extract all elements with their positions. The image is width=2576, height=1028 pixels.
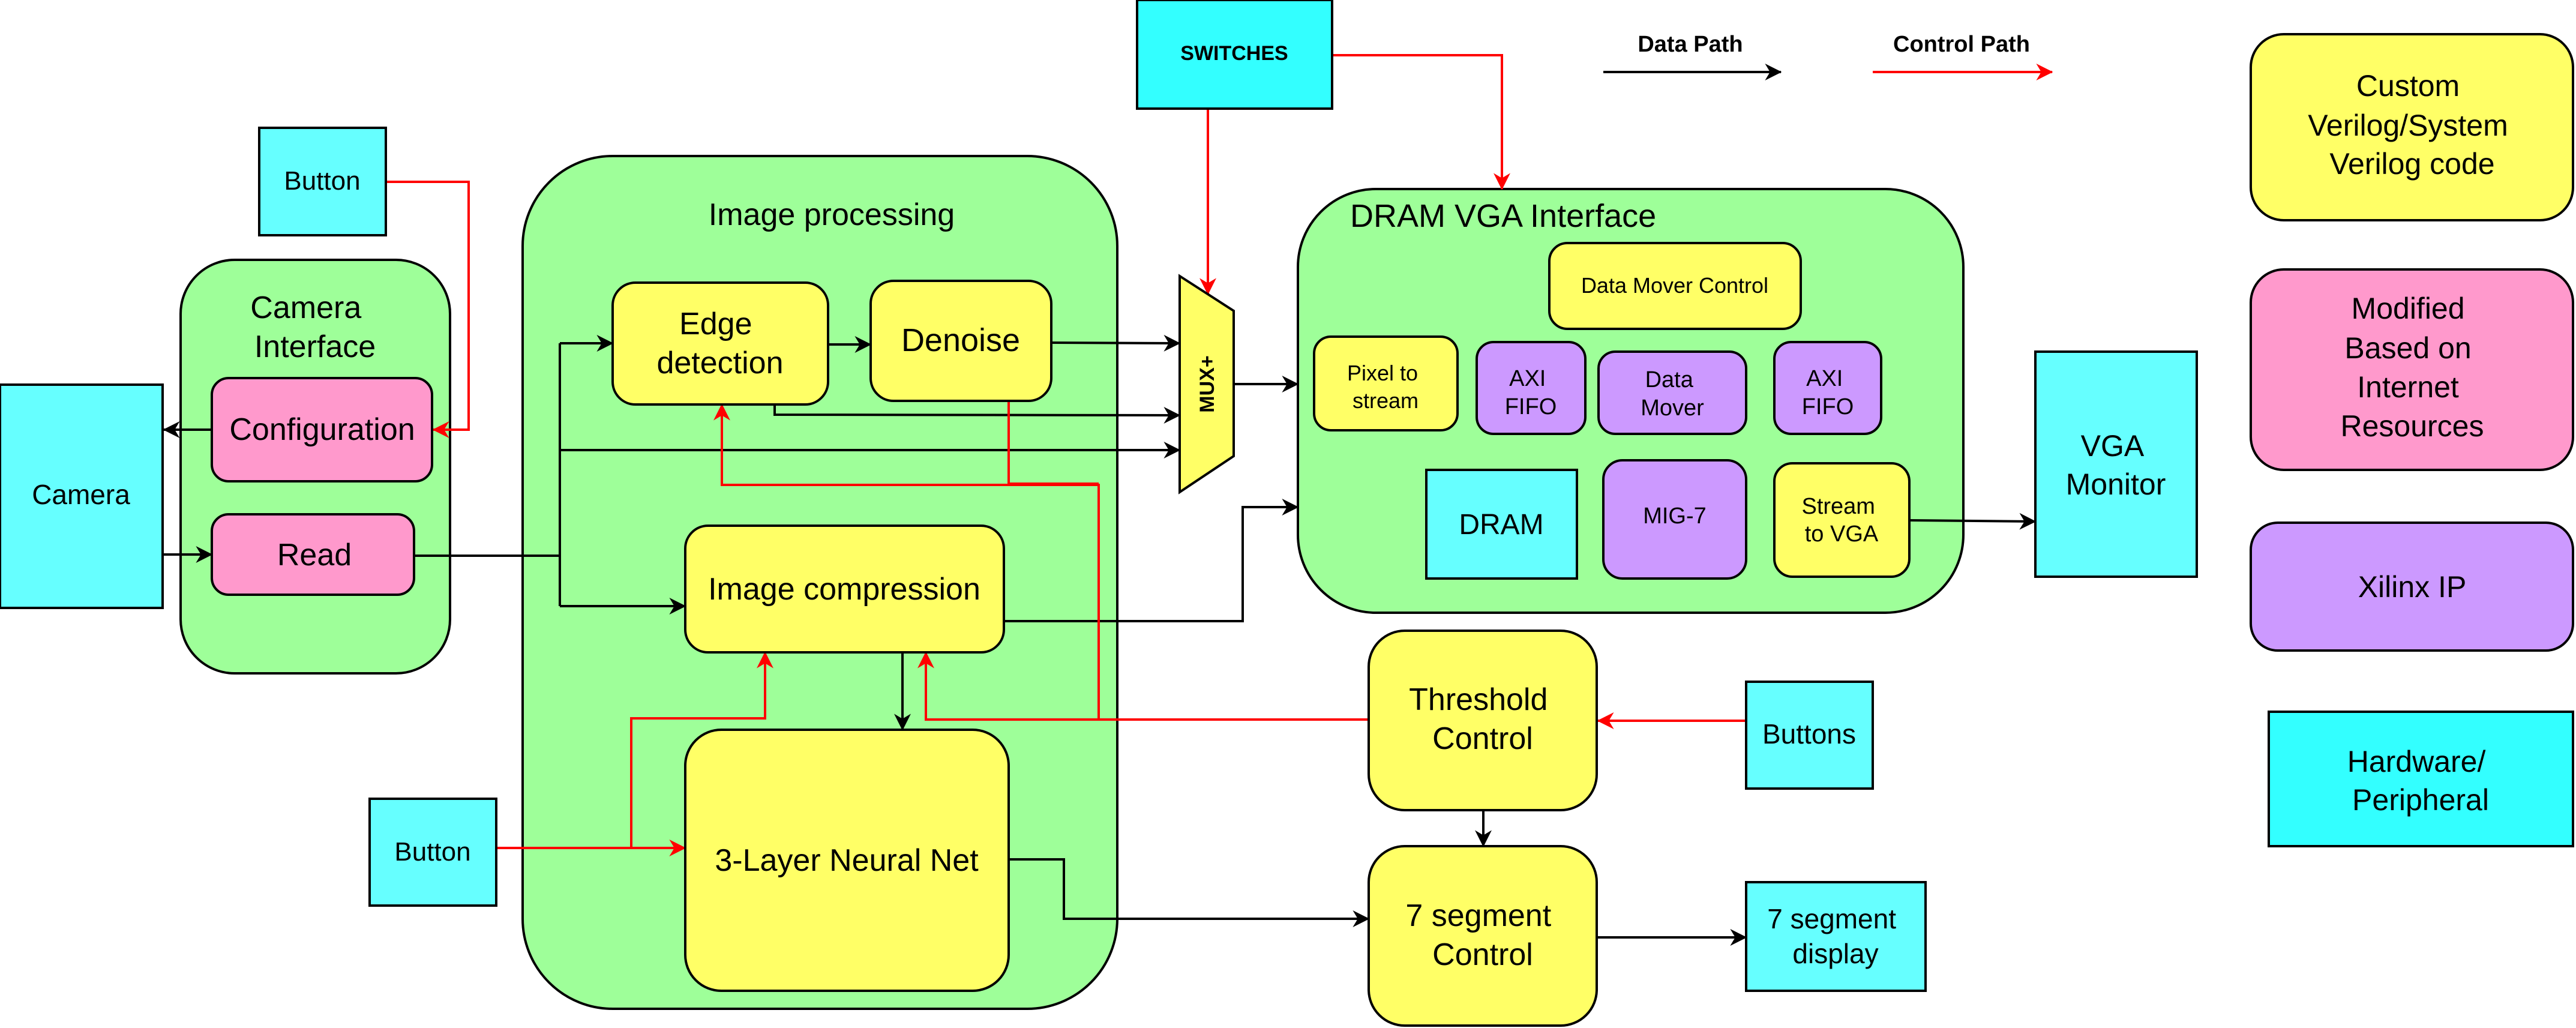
buttons-block: Buttons [1745,681,1874,790]
dram-label: DRAM [1459,509,1543,541]
switches-label: SWITCHES [1180,42,1288,65]
seven-seg-display-block: 7 segment display [1745,881,1927,992]
legend-hardware-peripheral: Hardware/ Peripheral [2268,711,2574,847]
legend-control-path-label: Control Path [1893,32,2030,57]
button-top-block: Button [258,127,387,236]
stream-to-vga-block: Stream to VGA [1773,462,1911,578]
camera-block: Camera [0,383,164,609]
switches-block: SWITCHES [1136,0,1333,110]
legend-data-path-label: Data Path [1638,32,1743,57]
image-compression-block: Image compression [684,525,1005,654]
read-label: Read [277,538,352,573]
dram-block: DRAM [1425,469,1578,580]
denoise-label: Denoise [901,322,1020,358]
data-mover-control-block: Data Mover Control [1548,242,1802,330]
wire-nn-to-7seg-control [1009,858,1370,927]
image-compression-label: Image compression [708,572,980,607]
mux-block: MUX+ [1178,274,1235,494]
ctrl-switches-to-dram-vga [1332,54,1510,190]
button-bottom-label: Button [394,837,470,867]
block-diagram: Camera Interface Image processing DRAM V… [0,0,2574,1027]
dram-vga-interface-title: DRAM VGA Interface [1350,198,1656,234]
buttons-label: Buttons [1762,718,1856,750]
mux-label: MUX+ [1196,355,1219,412]
legend-modified-internet: Modified Based on Internet Resources [2250,268,2574,471]
legend-xilinx-ip: Xilinx IP [2250,522,2574,652]
seven-seg-control-block: 7 segment Control [1368,845,1598,1027]
mig7-label: MIG-7 [1643,503,1707,529]
data-mover-control-label: Data Mover Control [1581,273,1768,298]
denoise-block: Denoise [869,280,1052,402]
data-mover-block: Data Mover [1597,350,1747,435]
configuration-block: Configuration [211,377,433,482]
axi-fifo-1-block: AXI FIFO [1476,341,1587,435]
image-processing-title: Image processing [709,197,955,232]
button-top-label: Button [284,166,360,196]
mig7-block: MIG-7 [1602,459,1747,580]
camera-label: Camera [32,479,130,510]
read-block: Read [211,513,415,596]
vga-monitor-block: VGA Monitor [2034,350,2198,578]
edge-detection-block: Edge detection [611,281,829,406]
threshold-control-block: Threshold Control [1368,630,1598,811]
neural-net-label: 3-Layer Neural Net [715,843,979,878]
wire-stream-to-vga-monitor [1909,512,2037,530]
configuration-label: Configuration [229,412,415,447]
pixel-to-stream-block: Pixel to stream [1313,335,1459,431]
legend-custom-verilog: Custom Verilog/System Verilog code [2250,33,2574,221]
axi-fifo-2-block: AXI FIFO [1773,341,1882,435]
button-bottom-block: Button [368,798,497,907]
neural-net-block: 3-Layer Neural Net [684,729,1010,992]
legend-xilinx-ip-label: Xilinx IP [2358,570,2467,604]
